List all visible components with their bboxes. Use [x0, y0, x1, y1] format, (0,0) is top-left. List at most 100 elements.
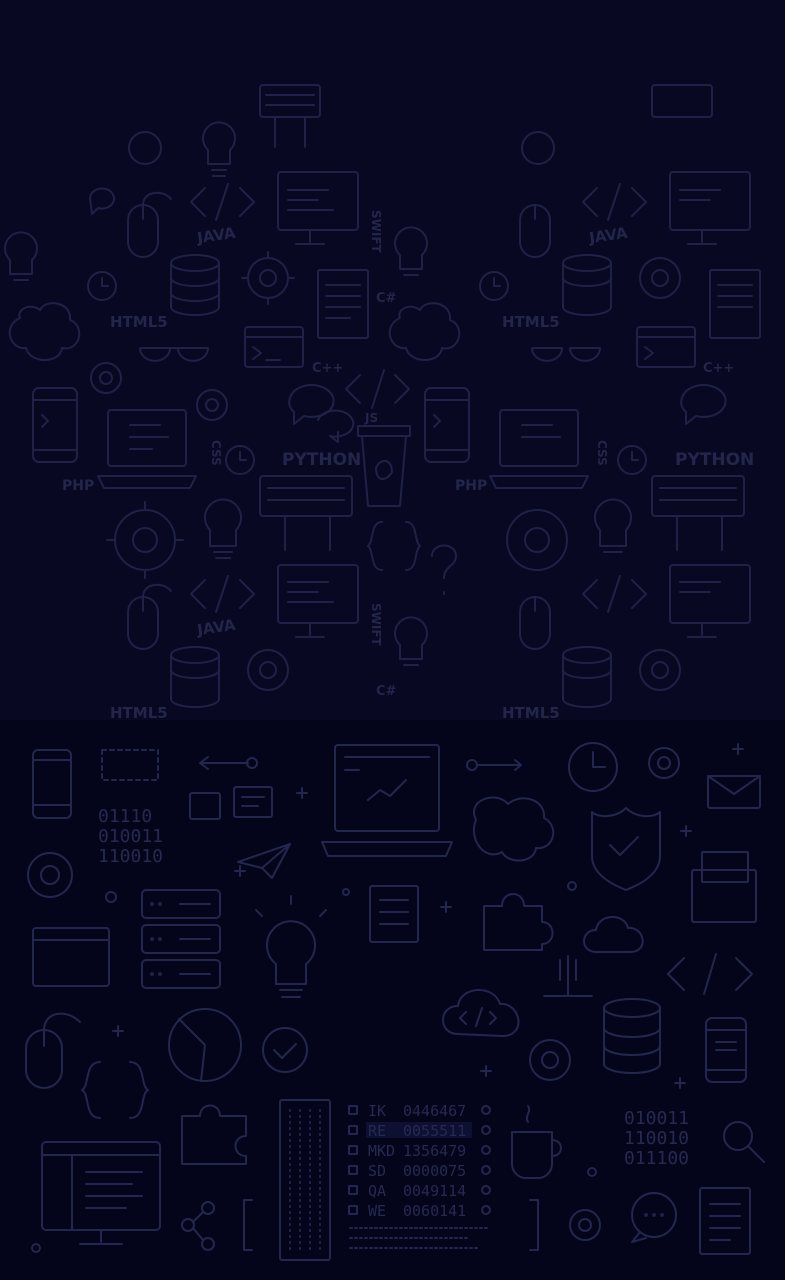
brain-icon: [8, 302, 81, 361]
keyboard-icon: [259, 475, 353, 551]
label-swift: SWIFT: [369, 210, 383, 254]
gear-icon: [639, 257, 681, 299]
phone-icon: [424, 387, 470, 463]
table-row: RE 0055511: [348, 1122, 491, 1140]
chat-icon: [89, 187, 115, 215]
code-brackets-icon: [190, 575, 255, 613]
lightbulb-icon: [394, 226, 428, 276]
label-php: PHP: [455, 478, 487, 494]
share-icon: [181, 1201, 215, 1251]
terminal-icon: [244, 326, 304, 368]
check-circle-icon: [262, 1027, 308, 1073]
svg-text:MKD: MKD: [368, 1142, 395, 1160]
label-csharp: C#: [376, 291, 397, 306]
table-row: WE 0060141: [348, 1202, 491, 1220]
phone-icon: [32, 749, 72, 819]
folder-icon: [691, 851, 757, 923]
cloud-code-icon: [442, 989, 520, 1037]
notepad-icon: [317, 269, 369, 339]
svg-text:010011: 010011: [98, 826, 163, 847]
table-row: QA 0049114: [348, 1182, 491, 1200]
dot-shape: [587, 1167, 597, 1177]
browser-window-icon: [32, 927, 110, 987]
coffee-cup-icon: [357, 425, 411, 507]
svg-text:011100: 011100: [624, 1148, 689, 1169]
wallpaper: JAVA JAVA JAVA HTML5 HTML5 HTML5 HTML5 P…: [0, 0, 785, 1280]
puzzle-icon: [483, 893, 554, 951]
svg-text:0055511: 0055511: [403, 1122, 466, 1140]
svg-text:1356479: 1356479: [403, 1142, 466, 1160]
mouse-icon: [127, 583, 172, 650]
envelope-icon: [707, 775, 761, 809]
code-brackets-icon: [190, 183, 255, 221]
top-tile-1: JAVA JAVA JAVA HTML5 HTML5 HTML5 HTML5 P…: [4, 84, 754, 722]
svg-text:010011: 010011: [624, 1108, 689, 1129]
svg-text:0049114: 0049114: [403, 1182, 466, 1200]
checklist-icon: [369, 885, 419, 943]
clock-icon: [617, 445, 647, 475]
lightbulb-icon: [202, 121, 236, 177]
curly-braces-icon: [81, 1061, 149, 1119]
gear-icon: [247, 649, 289, 691]
label-cpp: C++: [703, 361, 734, 376]
lightbulb-icon: [594, 498, 632, 553]
svg-text:IK: IK: [368, 1102, 386, 1120]
magnifier-icon: [723, 1121, 765, 1163]
top-tile-2: [479, 84, 761, 708]
label-csharp: C#: [376, 684, 397, 699]
monitor-icon: [669, 171, 751, 245]
slider-icon: [199, 756, 258, 770]
lightbulb-icon: [255, 895, 327, 998]
label-css: CSS: [209, 440, 223, 466]
label-python: PYTHON: [675, 450, 754, 470]
code-brackets-icon: [582, 183, 647, 221]
doodle-pattern: JAVA JAVA JAVA HTML5 HTML5 HTML5 HTML5 P…: [4, 84, 765, 1261]
svg-text:QA: QA: [368, 1182, 386, 1200]
label-html5: HTML5: [502, 313, 560, 331]
clock-icon: [568, 742, 618, 792]
laptop-icon: [97, 409, 197, 489]
chat-icon: [680, 383, 727, 425]
binary-text: 01110 010011 110010: [98, 806, 163, 867]
database-icon: [170, 254, 220, 316]
label-html5: HTML5: [110, 313, 168, 331]
document-icon: [699, 1187, 751, 1255]
label-java: JAVA: [587, 224, 629, 247]
monitor-icon: [277, 564, 359, 638]
keyboard-icon: [651, 475, 745, 551]
database-icon: [562, 646, 612, 708]
monitor-icon: [277, 171, 359, 245]
cloud-icon: [583, 916, 644, 953]
database-icon: [170, 646, 220, 708]
pie-chart-icon: [168, 1008, 242, 1082]
gear-icon: [90, 362, 122, 394]
dot-shape: [105, 891, 117, 903]
gear-icon: [27, 852, 73, 898]
shield-icon: [591, 807, 661, 891]
mouse-icon: [25, 1012, 81, 1089]
brain-icon: [472, 796, 555, 862]
gear-icon: [196, 389, 228, 421]
database-icon: [603, 998, 661, 1074]
data-table: IK 0446467 RE 0055511 MKD 1356479 SD 000…: [243, 1102, 539, 1251]
label-cpp: C++: [312, 361, 343, 376]
label-python: PYTHON: [282, 450, 361, 470]
laptop-chart-icon: [321, 744, 453, 857]
binary-text: 010011 110010 011100: [624, 1108, 689, 1169]
lightbulb-icon: [4, 231, 38, 281]
svg-text:110010: 110010: [98, 846, 163, 867]
code-brackets-icon: [345, 369, 410, 409]
gear-icon: [106, 501, 184, 579]
gear-icon: [506, 509, 568, 571]
selection-box: [101, 749, 159, 781]
label-css: CSS: [595, 440, 609, 466]
label-html5: HTML5: [110, 704, 168, 722]
circuit-icon: [543, 955, 593, 997]
phone-icon: [705, 1017, 747, 1083]
label-java: JAVA: [195, 224, 237, 247]
table-row: MKD 1356479: [348, 1142, 491, 1160]
gear-icon: [529, 1039, 571, 1081]
circle-shape: [128, 131, 162, 165]
dot-shape: [31, 1243, 41, 1253]
chat-icon: [631, 1192, 677, 1243]
